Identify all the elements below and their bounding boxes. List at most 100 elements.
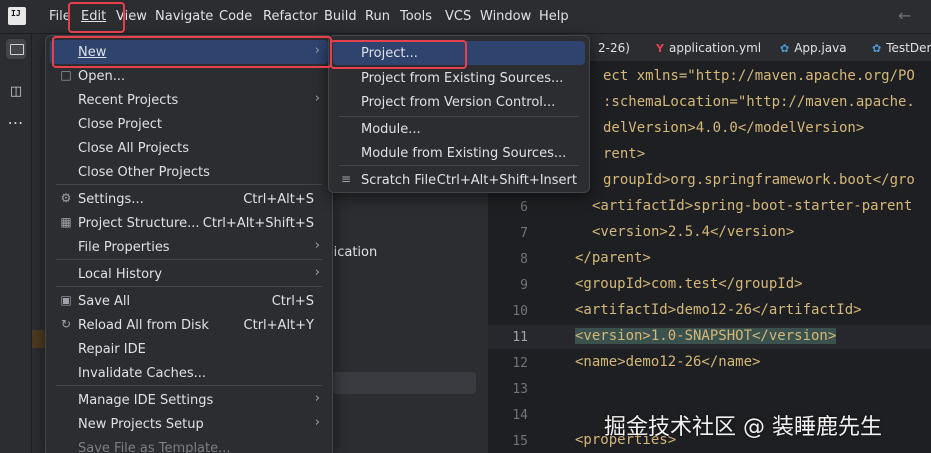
menu-item-close-all-projects[interactable]: Close All Projects [50,136,328,160]
menu-window[interactable]: Window [480,9,531,24]
menu-item-settings[interactable]: ⚙ Settings... Ctrl+Alt+S [50,187,328,211]
menu-item-local-history[interactable]: Local History › [50,262,328,286]
menu-item-new-projects-setup[interactable]: New Projects Setup › [50,412,328,436]
menu-item-shortcut: Ctrl+S [271,294,314,309]
code-line: <name>demo12-26</name> [575,354,761,370]
code-line: ect xmlns="http://maven.apache.org/PO [603,68,915,84]
menu-item-project-structure[interactable]: ▦ Project Structure... Ctrl+Alt+Shift+S [50,211,328,235]
menu-item-label: Scratch File [361,173,437,188]
line-number: 9 [520,278,528,293]
tab-application-yml[interactable]: Yapplication.yml [656,41,761,55]
menu-item-file-properties[interactable]: File Properties › [50,235,328,259]
chevron-right-icon: › [314,265,320,280]
menu-item-label: Close Other Projects [78,165,210,180]
project-structure-icon: ▦ [60,215,72,229]
menu-item-project-from-existing-sources[interactable]: Project from Existing Sources... [333,66,585,90]
menu-item-label: Project from Version Control... [361,95,556,110]
menu-separator [339,165,579,166]
menu-item-label: Open... [78,69,126,84]
code-line: <artifactId>demo12-26</artifactId> [575,302,862,318]
code-line: rent> [603,146,646,162]
menu-item-label: Module from Existing Sources... [361,146,567,161]
file-menu: New › □ Open... Recent Projects › Close … [45,35,333,453]
menu-item-label: Close All Projects [78,141,190,156]
menu-item-shortcut: Ctrl+Alt+Shift+S [202,216,314,231]
menu-item-repair-ide[interactable]: Repair IDE [50,337,328,361]
menu-navigate[interactable]: Navigate [155,9,213,24]
intellij-logo-icon[interactable]: IJ [8,7,26,25]
menu-refactor[interactable]: Refactor [263,9,318,24]
annotation-edit-highlight [68,2,125,33]
menu-item-reload-all[interactable]: ↻ Reload All from Disk Ctrl+Alt+Y [50,313,328,337]
line-number: 15 [512,434,528,449]
menu-item-label: Reload All from Disk [78,318,209,333]
menu-separator [56,184,322,185]
line-number: 11 [512,330,528,345]
code-line: groupId>org.springframework.boot</gro [603,172,915,188]
menu-item-recent-projects[interactable]: Recent Projects › [50,88,328,112]
menu-item-label: File Properties [78,240,170,255]
code-line: <version>2.5.4</version> [592,224,795,240]
annotation-new-highlight [52,36,332,68]
menu-item-label: Module... [361,122,421,137]
menu-item-label: Save File as Template... [78,441,231,453]
menu-item-label: Local History [78,267,163,282]
menu-tools[interactable]: Tools [400,9,432,24]
structure-icon[interactable]: ◫ [6,82,26,102]
chevron-right-icon: › [314,91,320,106]
menu-item-manage-ide-settings[interactable]: Manage IDE Settings › [50,388,328,412]
menu-item-save-all[interactable]: ▣ Save All Ctrl+S [50,289,328,313]
scratch-file-icon: ≡ [341,172,352,186]
menu-item-label: Project from Existing Sources... [361,71,564,86]
project-pane-selected-row[interactable] [332,372,476,394]
menu-item-shortcut: Ctrl+Alt+Shift+Insert [436,173,577,188]
menu-item-close-project[interactable]: Close Project [50,112,328,136]
java-class-icon: ✿ [872,42,882,55]
menu-item-label: Close Project [78,117,163,132]
gear-icon: ⚙ [60,191,72,205]
chevron-right-icon: › [314,415,320,430]
tab-testdemo[interactable]: ✿ TestDem [872,41,931,55]
code-line-current: <version>1.0-SNAPSHOT</version> [575,328,837,344]
menu-run[interactable]: Run [365,9,390,24]
code-line: :schemaLocation="http://maven.apache. [603,94,915,110]
line-number: 12 [512,356,528,371]
java-class-icon: ✿ [780,42,790,55]
tab-label: application.yml [668,41,762,55]
menu-separator [56,259,322,260]
menubar: IJ File Edit View Navigate Code Refactor… [0,0,931,34]
menu-item-module-from-existing-sources[interactable]: Module from Existing Sources... [333,141,585,165]
back-arrow-icon[interactable]: ← [898,6,911,25]
menu-item-label: Recent Projects [78,93,179,108]
menu-item-label: New Projects Setup [78,417,204,432]
menu-item-save-file-as-template[interactable]: Save File as Template... [50,436,328,453]
menu-item-module[interactable]: Module... [333,117,585,141]
line-number: 8 [520,252,528,267]
menu-code[interactable]: Code [219,9,252,24]
menu-item-scratch-file[interactable]: ≡ Scratch File Ctrl+Alt+Shift+Insert [333,168,585,192]
menu-build[interactable]: Build [324,9,357,24]
tab-app-java[interactable]: ✿ App.java [780,41,847,55]
code-line: <artifactId>spring-boot-starter-parent [592,198,913,214]
menu-item-close-other-projects[interactable]: Close Other Projects [50,160,328,184]
menu-help[interactable]: Help [539,9,569,24]
tab-pom[interactable]: 2-26) [598,41,630,55]
tab-label: App.java [794,41,847,55]
chevron-right-icon: › [314,238,320,253]
more-icon[interactable]: ⋯ [6,113,26,133]
tool-window-strip: ◫ ⋯ [0,34,32,453]
project-folder-icon[interactable] [6,39,26,59]
save-icon: ▣ [60,293,72,307]
menu-item-project-from-vcs[interactable]: Project from Version Control... [333,90,585,114]
yaml-icon: Y [656,42,664,55]
menu-item-label: Save All [78,294,131,309]
menu-item-invalidate-caches[interactable]: Invalidate Caches... [50,361,328,385]
line-number: 6 [520,200,528,215]
menu-item-label: Invalidate Caches... [78,366,207,381]
code-line: delVersion>4.0.0</modelVersion> [603,120,865,136]
watermark: 掘金技术社区 @ 装睡鹿先生 [604,415,882,440]
line-number: 10 [512,304,528,319]
menu-item-shortcut: Ctrl+Alt+Y [243,318,314,333]
annotation-project-highlight [330,40,467,69]
menu-vcs[interactable]: VCS [445,9,471,24]
